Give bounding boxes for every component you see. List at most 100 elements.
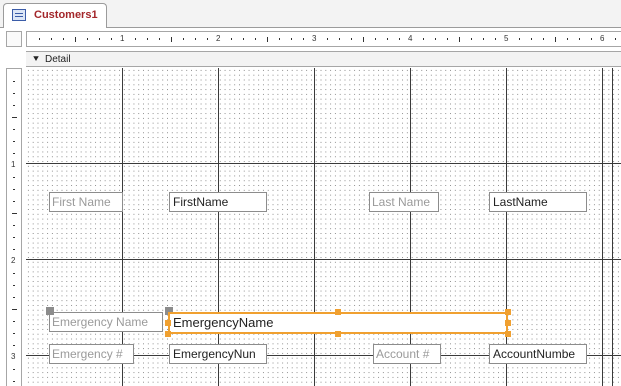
ruler-corner[interactable] [6,31,22,47]
ruler-mark: 6 [600,34,605,43]
ruler-tick [75,36,76,42]
ruler-tick [183,38,184,40]
ruler-tick [13,297,15,298]
ruler-tick [13,201,15,202]
ruler-tick [13,225,15,226]
ruler-tick [13,93,15,94]
resize-handle[interactable] [505,320,511,326]
ruler-tick [435,38,436,40]
ruler-mark: 3 [312,34,317,43]
first-name-label[interactable]: First Name [49,192,123,212]
ruler-tick [13,81,15,82]
ruler-mark: 3 [11,352,16,361]
ruler-tick [327,38,328,40]
ruler-mark: 2 [216,34,221,43]
ruler-tick [459,36,460,42]
resize-handle[interactable] [165,331,171,337]
section-arrow-icon: ⯆ [32,54,40,65]
ruler-tick [51,38,52,40]
ruler-tick [531,38,532,40]
ruler-tick [483,38,484,40]
grid-line [602,68,603,386]
ruler-tick [13,249,15,250]
ruler-tick [13,285,15,286]
move-handle[interactable] [46,307,54,315]
ruler-tick [39,38,40,40]
tab-title: Customers1 [34,9,98,21]
ruler-tick [375,38,376,40]
emergency-name-label[interactable]: Emergency Name [49,312,163,332]
detail-section-bar[interactable]: ⯆ Detail [26,51,621,67]
resize-handle[interactable] [505,331,511,337]
ruler-tick [13,333,15,334]
ruler-mark: 2 [11,256,16,265]
ruler-tick [423,38,424,40]
ruler-tick [13,321,15,322]
ruler-tick [615,38,616,40]
ruler-tick [303,38,304,40]
design-grid[interactable] [26,68,621,386]
ruler-tick [243,38,244,40]
ruler-tick [13,345,15,346]
last-name-label[interactable]: Last Name [369,192,439,212]
grid-line [122,68,123,386]
last-name-textbox[interactable]: LastName [489,192,587,212]
ruler-tick [13,237,15,238]
emergency-number-label[interactable]: Emergency # [49,344,134,364]
resize-handle[interactable] [165,320,171,326]
ruler-tick [13,369,15,370]
document-tab-bar: Customers1 [0,0,621,28]
ruler-tick [147,38,148,40]
vertical-ruler[interactable]: 1 2 3 [6,68,22,386]
ruler-tick [555,36,556,42]
ruler-tick [279,38,280,40]
first-name-textbox[interactable]: FirstName [169,192,267,212]
ruler-tick [543,38,544,40]
emergency-number-textbox[interactable]: EmergencyNun [169,344,267,364]
grid-line [314,68,315,386]
ruler-mark: 5 [504,34,509,43]
ruler-tick [195,38,196,40]
grid-line [218,68,219,386]
ruler-tick [291,38,292,40]
ruler-tick [231,38,232,40]
ruler-tick [567,38,568,40]
ruler-tick [13,189,15,190]
ruler-tick [255,38,256,40]
ruler-tick [351,38,352,40]
ruler-tick [11,117,17,118]
resize-handle[interactable] [505,309,511,315]
ruler-tick [63,38,64,40]
tab-customers1[interactable]: Customers1 [3,3,107,28]
ruler-tick [519,38,520,40]
account-number-label[interactable]: Account # [373,344,441,364]
ruler-tick [471,38,472,40]
ruler-tick [159,38,160,40]
grid-line [410,68,411,386]
ruler-tick [579,38,580,40]
ruler-tick [13,153,15,154]
ruler-tick [13,273,15,274]
section-label: Detail [45,54,71,65]
resize-handle[interactable] [335,309,341,315]
form-icon [12,9,26,21]
ruler-tick [13,129,15,130]
grid-line [26,259,621,260]
grid-line [612,68,613,386]
horizontal-ruler[interactable]: 1 2 3 4 5 6 [26,31,621,47]
ruler-tick [447,38,448,40]
account-number-textbox[interactable]: AccountNumbe [489,344,587,364]
grid-line [506,68,507,386]
ruler-tick [99,38,100,40]
ruler-mark: 4 [408,34,413,43]
resize-handle[interactable] [335,331,341,337]
ruler-tick [267,36,268,42]
ruler-tick [339,38,340,40]
ruler-tick [13,177,15,178]
ruler-tick [87,38,88,40]
ruler-tick [495,38,496,40]
ruler-tick [11,213,17,214]
ruler-tick [111,38,112,40]
ruler-tick [135,38,136,40]
ruler-tick [13,381,15,382]
